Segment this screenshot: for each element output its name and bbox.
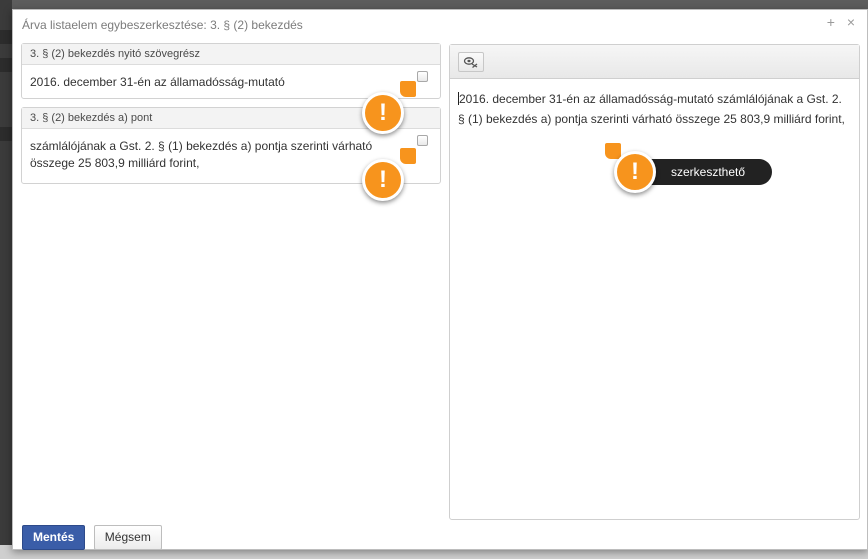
hint-pointer	[400, 81, 416, 97]
hint-pointer	[400, 148, 416, 164]
source-item-opening-text: 3. § (2) bekezdés nyitó szövegrész 2016.…	[21, 43, 441, 99]
maximize-icon[interactable]: +	[827, 14, 839, 30]
clear-formatting-icon	[463, 57, 478, 68]
background-fragment	[0, 127, 12, 141]
source-item-checkbox[interactable]	[417, 71, 428, 82]
editable-tooltip: szerkeszthető	[641, 159, 772, 185]
source-item-text: számlálójának a Gst. 2. § (1) bekezdés a…	[30, 139, 373, 170]
clear-formatting-button[interactable]	[458, 52, 484, 72]
background-page	[0, 0, 12, 559]
merged-text-editor[interactable]: 2016. december 31-én az államadósság-mut…	[450, 79, 859, 137]
editor-panel: 2016. december 31-én az államadósság-mut…	[449, 44, 860, 520]
warning-hint-icon[interactable]: !	[362, 159, 404, 201]
dialog-footer: Mentés Mégsem	[22, 525, 166, 550]
background-fragment	[0, 30, 12, 44]
close-icon[interactable]: ×	[847, 14, 859, 30]
source-item-checkbox[interactable]	[417, 135, 428, 146]
merge-dialog: Árva listaelem egybeszerkesztése: 3. § (…	[12, 9, 868, 550]
cancel-button[interactable]: Mégsem	[93, 525, 162, 550]
warning-hint-icon[interactable]: !	[362, 92, 404, 134]
hint-pointer	[605, 143, 621, 159]
window-controls: + ×	[827, 14, 859, 30]
editor-text: 2016. december 31-én az államadósság-mut…	[458, 92, 845, 126]
save-button[interactable]: Mentés	[22, 525, 86, 550]
source-item-header: 3. § (2) bekezdés nyitó szövegrész	[22, 44, 440, 65]
dialog-title: Árva listaelem egybeszerkesztése: 3. § (…	[22, 18, 303, 32]
background-fragment	[0, 58, 12, 72]
warning-hint-icon[interactable]: !	[614, 151, 656, 193]
editor-toolbar	[450, 45, 859, 79]
source-item-text: 2016. december 31-én az államadósság-mut…	[30, 75, 285, 89]
